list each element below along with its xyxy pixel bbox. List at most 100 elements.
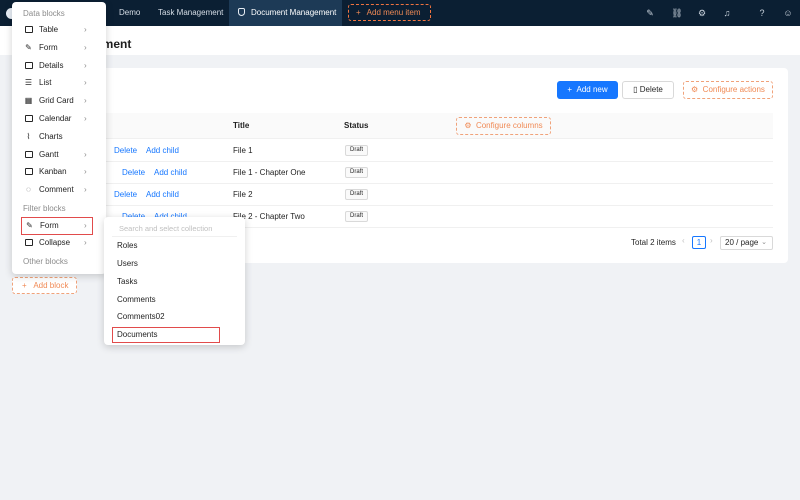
highlighter-icon[interactable]: ✎ — [644, 7, 656, 19]
kanban-icon — [24, 168, 33, 176]
collection-item-comments02[interactable]: Comments02 — [117, 312, 165, 321]
bell-icon[interactable]: ♫ — [721, 7, 733, 19]
chevron-left-icon[interactable]: ‹ — [682, 236, 685, 245]
row-delete-link[interactable]: Delete — [114, 190, 137, 199]
column-header-title[interactable]: Title — [233, 121, 249, 130]
group-title-other-blocks: Other blocks — [23, 257, 68, 266]
chevron-right-icon: › — [84, 61, 87, 70]
menu-item-label: List — [39, 78, 52, 87]
table-header — [12, 113, 773, 139]
chevron-right-icon: › — [84, 150, 87, 159]
add-menu-item-button[interactable]: + Add menu item — [348, 4, 431, 21]
page-size-select[interactable]: 20 / page ⌄ — [720, 236, 773, 250]
row-delete-link[interactable]: Delete — [122, 168, 145, 177]
row-divider — [12, 161, 773, 162]
row-add-child-link[interactable]: Add child — [154, 168, 187, 177]
status-badge: Draft — [345, 211, 369, 222]
configure-columns-button[interactable]: ⚙ Configure columns — [456, 117, 551, 135]
form-icon: ✎ — [25, 43, 32, 52]
delete-button[interactable]: ▯ Delete — [622, 81, 674, 99]
line-chart-icon: ⌇ — [26, 132, 31, 141]
menu-item-label: Comment — [39, 185, 74, 194]
configure-columns-label: Configure columns — [475, 121, 543, 130]
list-icon: ☰ — [24, 78, 33, 87]
page-size-value: 20 / page — [725, 238, 759, 247]
status-badge: Draft — [345, 145, 369, 156]
menu-item-label: Kanban — [39, 167, 67, 176]
menu-item-table[interactable]: Table › — [24, 23, 94, 37]
user-icon[interactable]: ☺ — [782, 7, 794, 19]
plus-icon: + — [356, 8, 361, 17]
configure-actions-label: Configure actions — [702, 85, 765, 94]
menu-item-grid-card[interactable]: ▦ Grid Card › — [24, 94, 94, 108]
chevron-right-icon: › — [84, 78, 87, 87]
menu-item-details[interactable]: Details › — [24, 59, 94, 73]
menu-item-gantt[interactable]: Gantt › — [24, 148, 94, 162]
add-new-label: Add new — [576, 85, 608, 94]
chevron-right-icon: › — [84, 185, 87, 194]
menu-item-label: Details — [39, 61, 64, 70]
collection-item-users[interactable]: Users — [117, 259, 138, 268]
pagination-current-page[interactable]: 1 — [692, 236, 706, 249]
add-block-button[interactable]: + Add block — [12, 277, 77, 294]
chevron-right-icon: › — [84, 96, 87, 105]
grid-icon: ▦ — [24, 96, 33, 105]
row-add-child-link[interactable]: Add child — [146, 146, 179, 155]
details-icon — [24, 62, 33, 70]
delete-label: Delete — [639, 85, 663, 94]
collection-item-documents[interactable]: Documents — [112, 327, 220, 343]
row-title: File 1 — [233, 146, 253, 155]
menu-item-kanban[interactable]: Kanban › — [24, 165, 94, 179]
settings-icon[interactable]: ⚙ — [696, 7, 708, 19]
gantt-icon — [24, 151, 33, 159]
chevron-right-icon: › — [84, 167, 87, 176]
calendar-icon — [24, 115, 33, 123]
menu-item-label: Grid Card — [39, 96, 74, 105]
divider — [112, 236, 237, 237]
form-icon: ✎ — [26, 221, 33, 230]
row-add-child-link[interactable]: Add child — [146, 190, 179, 199]
menu-item-label: Calendar — [39, 114, 72, 123]
row-divider — [12, 183, 773, 184]
collection-item-tasks[interactable]: Tasks — [117, 277, 137, 286]
nav-item-demo[interactable]: Demo — [119, 0, 140, 26]
nav-item-document-management[interactable]: Document Management — [229, 0, 342, 26]
menu-item-label: Table — [39, 25, 59, 34]
row-delete-link[interactable]: Delete — [114, 146, 137, 155]
menu-item-collapse[interactable]: Collapse › — [24, 236, 94, 250]
nav-item-task-management[interactable]: Task Management — [158, 0, 223, 26]
add-menu-item-label: Add menu item — [366, 8, 421, 17]
row-divider — [12, 205, 773, 206]
trash-icon: ▯ — [633, 85, 640, 94]
group-title-data-blocks: Data blocks — [23, 9, 65, 18]
collapse-icon — [24, 239, 33, 247]
menu-item-label: Gantt — [39, 150, 59, 159]
table-icon — [24, 26, 33, 34]
chevron-right-icon[interactable]: › — [710, 236, 713, 245]
chevron-right-icon: › — [84, 221, 87, 230]
menu-item-comment[interactable]: ◌ Comment › — [24, 183, 94, 197]
column-header-status[interactable]: Status — [344, 121, 368, 130]
group-title-filter-blocks: Filter blocks — [23, 204, 66, 213]
collection-search-input[interactable]: Search and select collection — [119, 224, 212, 233]
plus-icon: + — [22, 281, 34, 290]
configure-actions-button[interactable]: ⚙ Configure actions — [683, 81, 773, 99]
chevron-right-icon: › — [84, 43, 87, 52]
add-new-button[interactable]: + Add new — [557, 81, 618, 99]
link-icon[interactable]: ⛓ — [671, 7, 683, 19]
gear-icon: ⚙ — [691, 85, 703, 94]
menu-item-label: Form — [39, 43, 58, 52]
collection-item-comments[interactable]: Comments — [117, 295, 156, 304]
menu-item-list[interactable]: ☰ List › — [24, 76, 94, 90]
shield-icon — [238, 8, 245, 16]
menu-item-charts[interactable]: ⌇ Charts — [24, 130, 94, 144]
menu-item-label: Charts — [39, 132, 63, 141]
menu-item-form[interactable]: ✎ Form › — [24, 41, 94, 55]
collection-item-roles[interactable]: Roles — [117, 241, 137, 250]
menu-item-calendar[interactable]: Calendar › — [24, 112, 94, 126]
menu-item-filter-form[interactable]: ✎ Form › — [21, 217, 93, 235]
nav-item-label: Document Management — [251, 8, 337, 17]
chevron-right-icon: › — [84, 238, 87, 247]
help-icon[interactable]: ? — [756, 7, 768, 19]
status-badge: Draft — [345, 189, 369, 200]
